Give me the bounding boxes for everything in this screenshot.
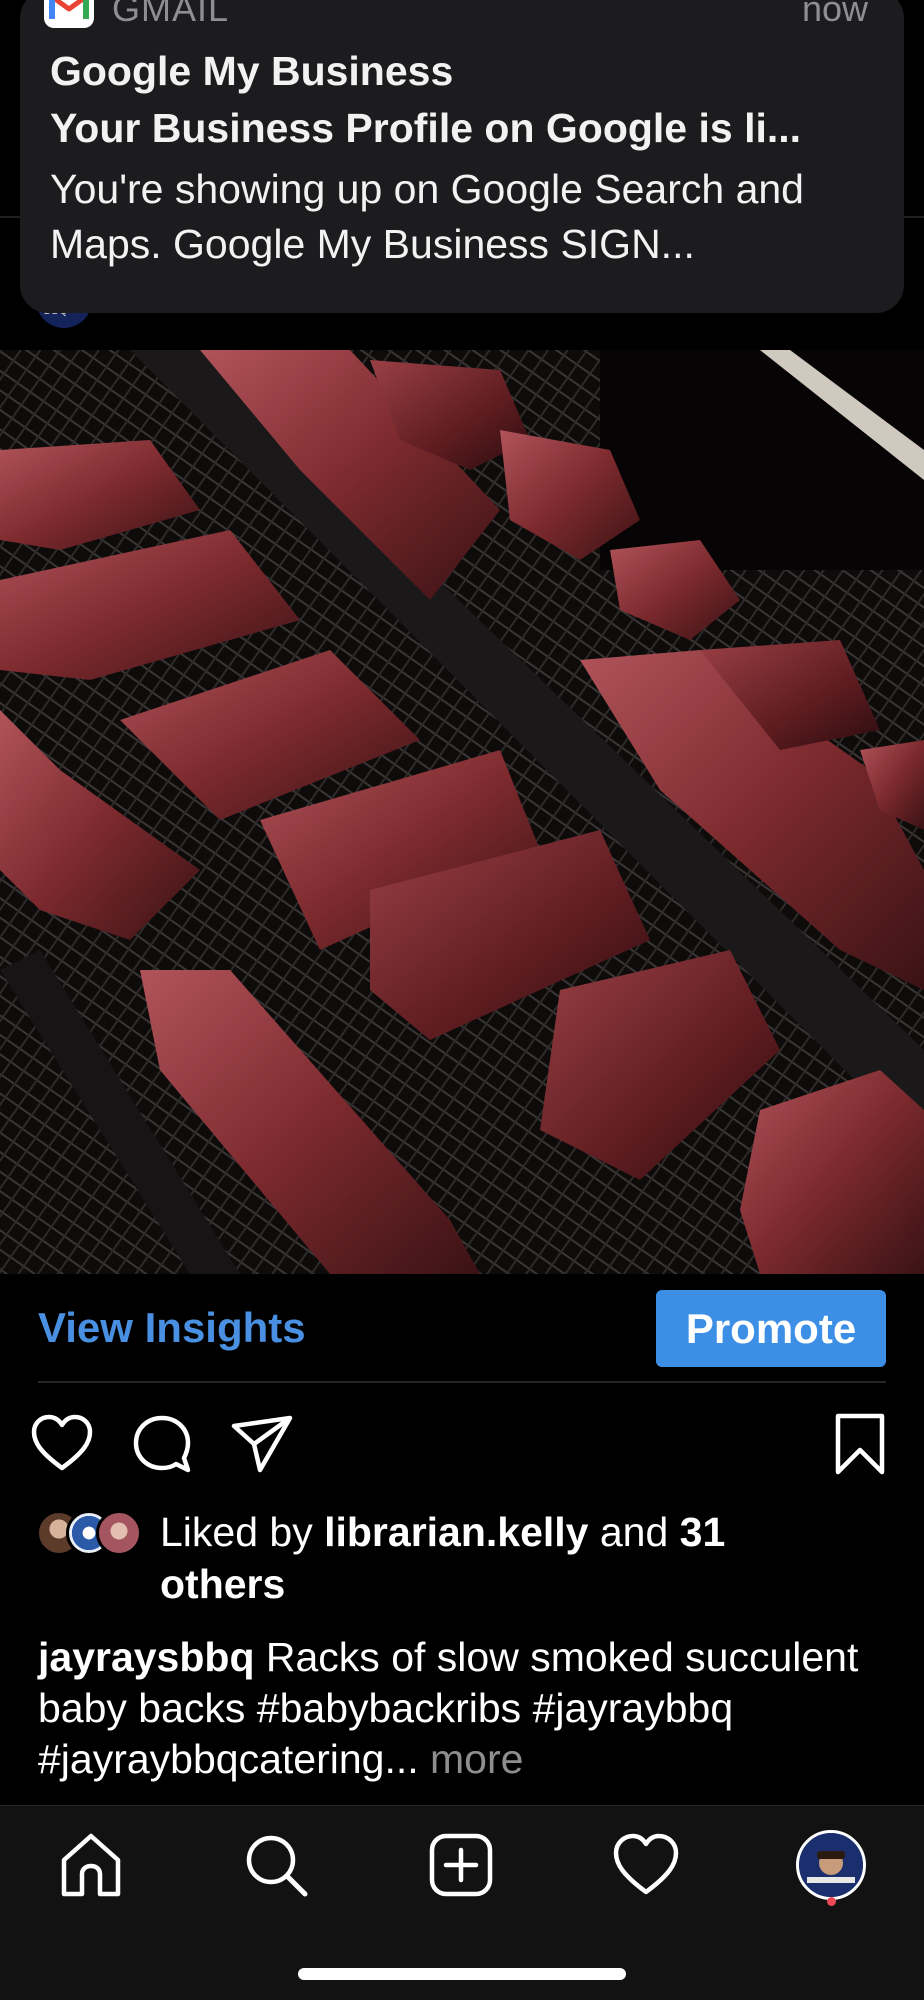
search-icon[interactable]: [241, 1830, 311, 1900]
post-caption: jayraysbbq Racks of slow smoked succulen…: [38, 1632, 898, 1785]
view-insights-link[interactable]: View Insights: [38, 1304, 306, 1352]
likes-summary[interactable]: Liked by librarian.kelly and 31 others: [160, 1506, 860, 1610]
bookmark-icon[interactable]: [828, 1412, 892, 1476]
liker-avatars[interactable]: [36, 1510, 146, 1556]
likes-conjunction: and: [588, 1509, 680, 1555]
insights-divider: [38, 1381, 886, 1383]
caption-username[interactable]: jayraysbbq: [38, 1634, 255, 1680]
create-post-icon[interactable]: [426, 1830, 496, 1900]
notification-banner[interactable]: GMAIL now Google My Business Your Busine…: [20, 0, 904, 313]
liker-username[interactable]: librarian.kelly: [324, 1509, 588, 1555]
promote-button[interactable]: Promote: [656, 1290, 886, 1367]
liker-avatar: [96, 1510, 142, 1556]
gmail-icon: [44, 0, 94, 28]
notification-body: You're showing up on Google Search and M…: [50, 166, 804, 267]
likes-prefix: Liked by: [160, 1509, 325, 1555]
notification-subtitle: Your Business Profile on Google is li...: [50, 105, 802, 151]
notification-time: now: [801, 0, 868, 29]
notification-app-name: GMAIL: [112, 0, 230, 29]
caption-more-link[interactable]: more: [419, 1736, 523, 1782]
comment-icon[interactable]: [130, 1412, 194, 1476]
activity-heart-icon[interactable]: [611, 1830, 681, 1900]
notification-title: Google My Business: [50, 48, 454, 94]
heart-icon[interactable]: [30, 1412, 94, 1476]
home-icon[interactable]: [56, 1830, 126, 1900]
notification-dot: [827, 1897, 836, 1906]
post-photo[interactable]: [0, 350, 924, 1274]
home-indicator[interactable]: [298, 1968, 626, 1980]
profile-avatar[interactable]: [796, 1830, 866, 1900]
send-icon[interactable]: [230, 1412, 294, 1476]
